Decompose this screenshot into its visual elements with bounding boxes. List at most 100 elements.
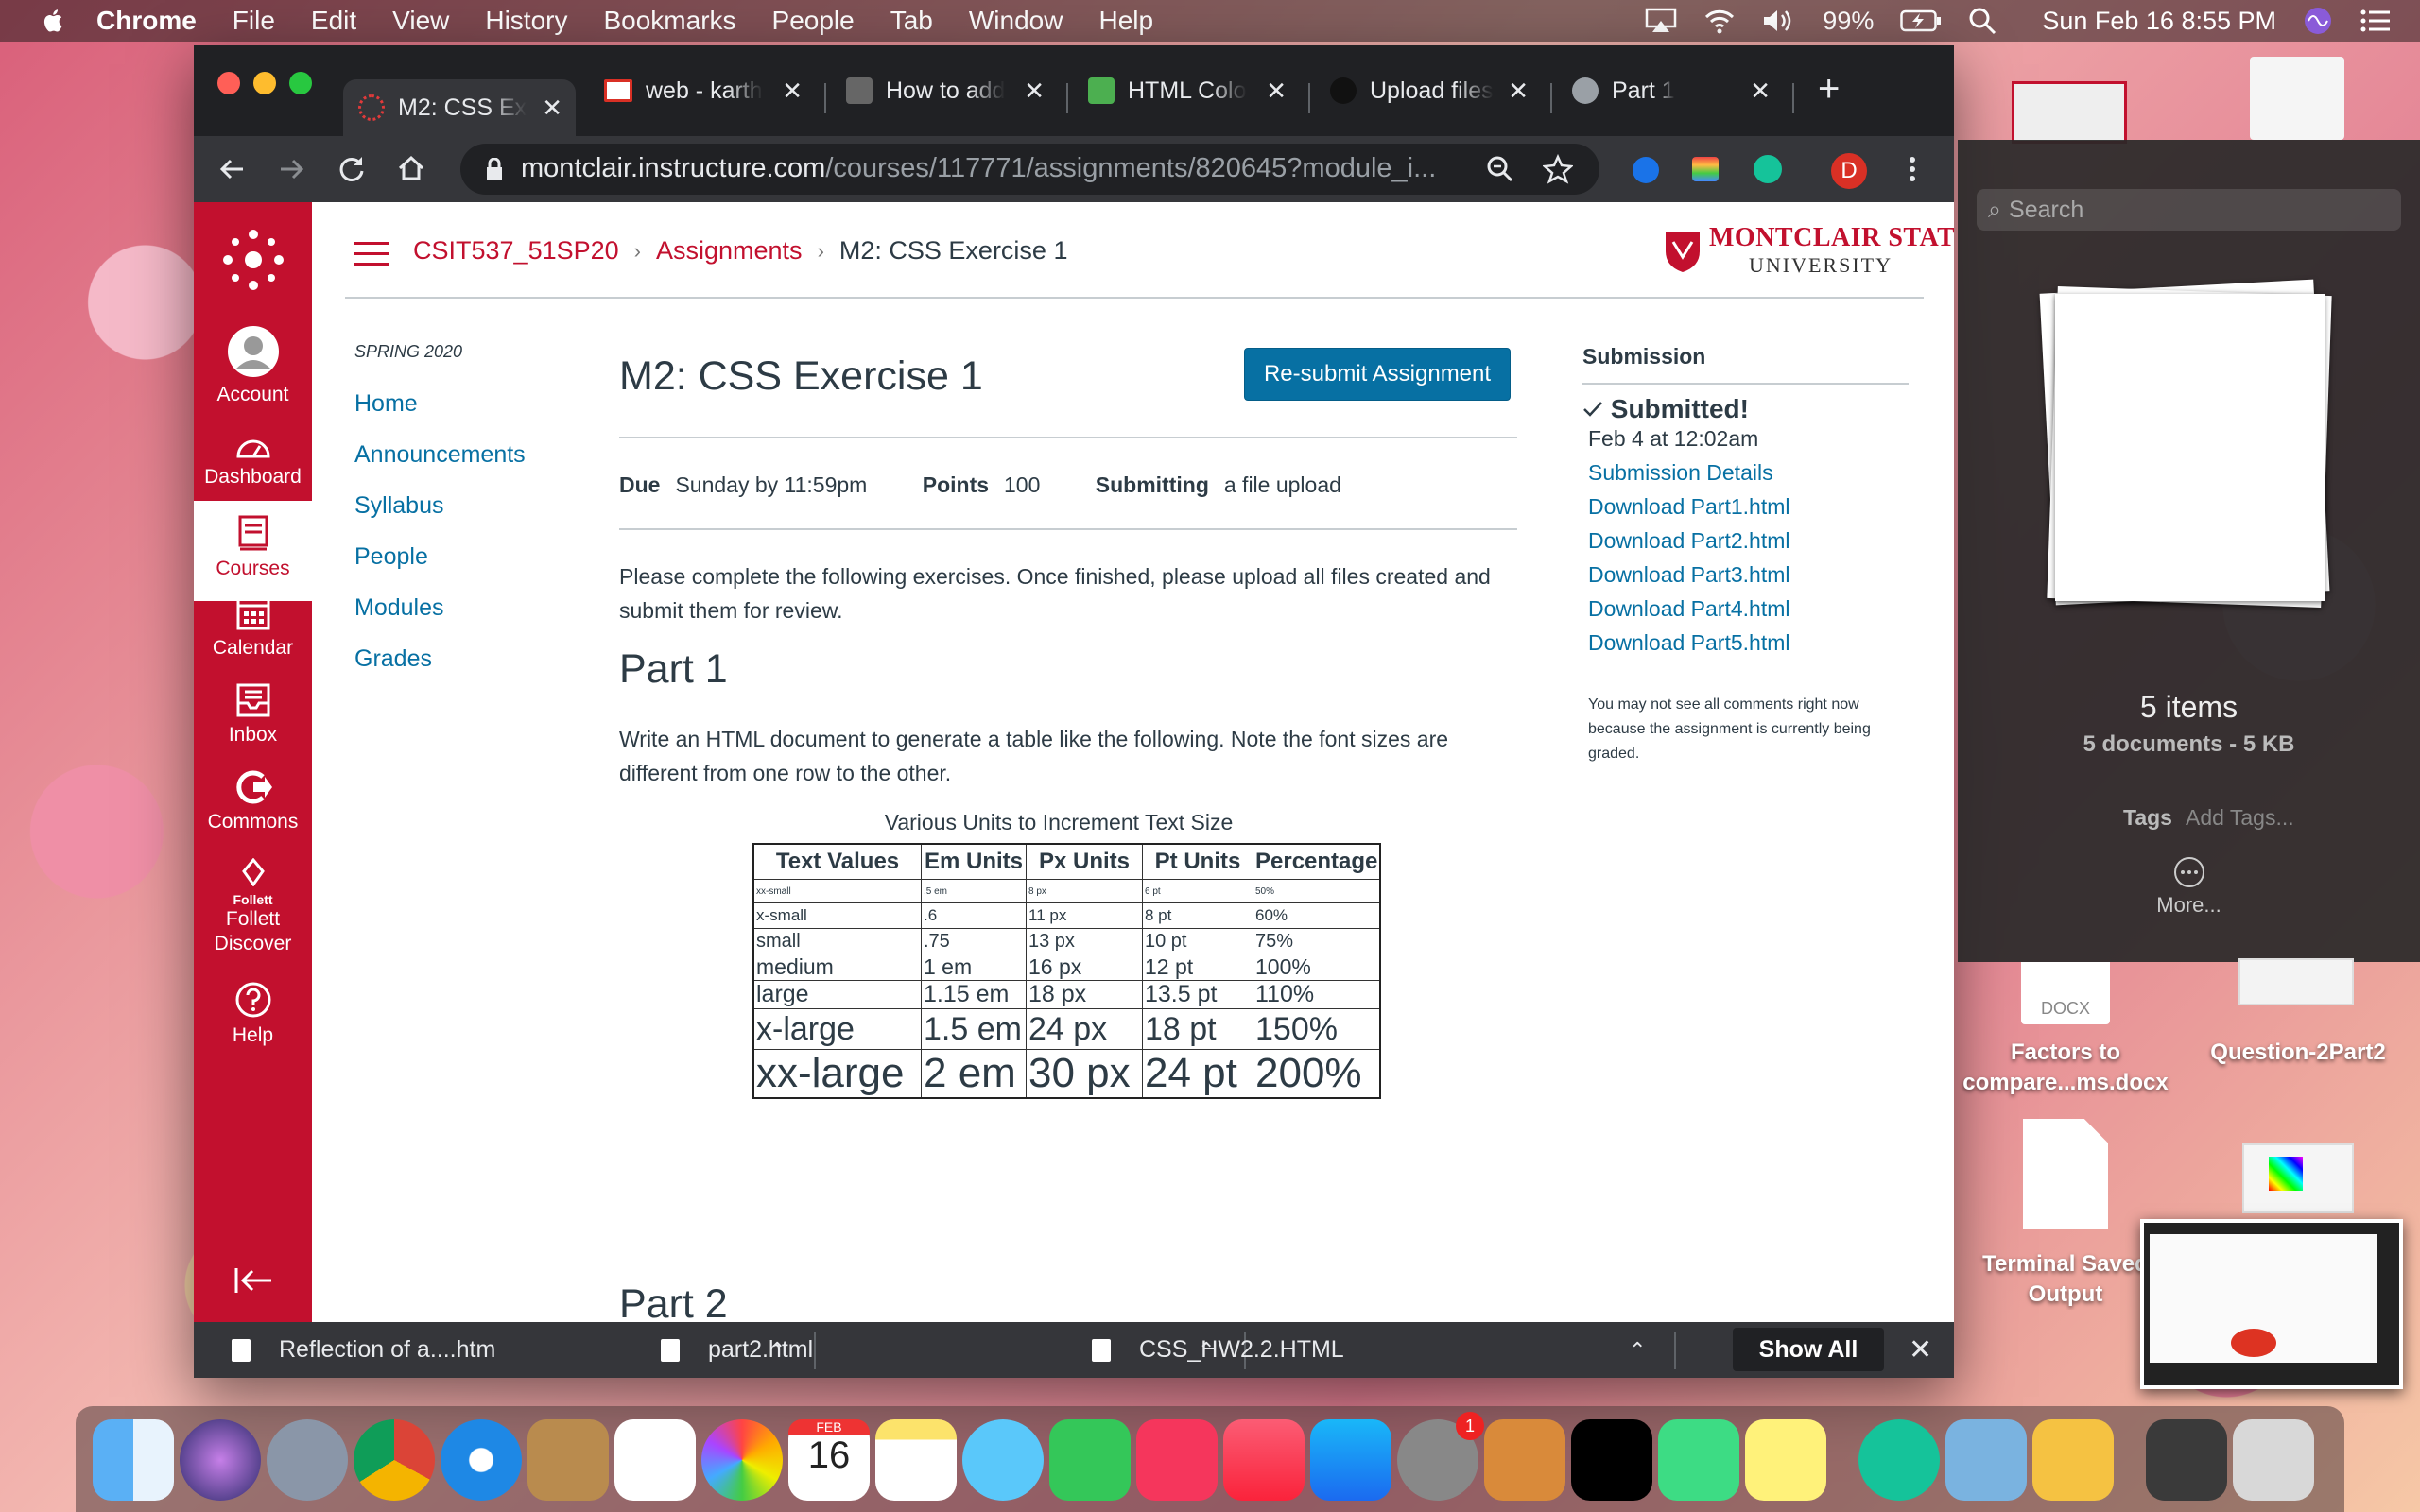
nav-inbox[interactable]: Inbox [194,682,312,747]
battery-charging-icon[interactable] [1900,9,1942,32]
lock-icon[interactable] [485,158,504,180]
close-tab-icon[interactable]: ✕ [542,94,562,123]
tab-part-1[interactable]: Part 1 ✕ [1557,64,1784,117]
news-dock-icon[interactable] [1136,1419,1218,1501]
spotlight-search-icon[interactable] [1968,7,1996,35]
collapse-nav-icon[interactable] [233,1266,273,1295]
siri-dock-icon[interactable] [180,1419,261,1501]
more-button[interactable]: More... [1958,856,2420,918]
grammarly-extension-icon[interactable] [1754,155,1782,183]
menu-history[interactable]: History [485,6,567,36]
menu-bookmarks[interactable]: Bookmarks [603,6,735,36]
course-menu-toggle-icon[interactable] [354,242,389,266]
course-nav-syllabus[interactable]: Syllabus [354,492,526,543]
desktop-file-factors[interactable]: Factors to compare...ms.docx [1955,1038,2176,1098]
reminders-dock-icon[interactable] [614,1419,696,1501]
preview-dock-icon[interactable] [1945,1419,2027,1501]
download-item[interactable]: CSS_HW2.2.HTML ⌃ [1092,1322,1659,1378]
download-link[interactable]: Download Part2.html [1588,528,1914,562]
cyberduck-dock-icon[interactable] [2032,1419,2114,1501]
tab-upload-files[interactable]: Upload files ✕ [1315,64,1542,117]
new-tab-button[interactable]: + [1818,68,1840,111]
facetime-dock-icon[interactable] [1049,1419,1131,1501]
bookmark-star-icon[interactable] [1543,154,1573,184]
close-tab-icon[interactable]: ✕ [1266,77,1287,106]
app-store-dock-icon[interactable] [1310,1419,1392,1501]
siri-icon[interactable] [2303,6,2333,36]
music-dock-icon[interactable] [1223,1419,1305,1501]
calendar-dock-icon[interactable]: FEB 16 [788,1419,870,1501]
course-nav-modules[interactable]: Modules [354,594,526,645]
desktop-thumbnail[interactable] [2250,57,2344,140]
download-link[interactable]: Download Part5.html [1588,630,1914,664]
tab-how-to-add[interactable]: How to add ✕ [831,64,1058,117]
airplay-icon[interactable] [1645,8,1677,34]
menubar-clock[interactable]: Sun Feb 16 8:55 PM [2042,7,2276,36]
extension-search-icon[interactable] [1633,157,1659,183]
intellij-dock-icon[interactable] [1571,1419,1652,1501]
desktop-file-terminal[interactable]: Terminal Saved Output [1976,1249,2155,1310]
wifi-icon[interactable] [1703,8,1736,34]
profile-avatar[interactable]: D [1831,153,1867,189]
text-file-icon[interactable] [2023,1119,2108,1228]
stickies-dock-icon[interactable] [1745,1419,1826,1501]
desktop-color-image-icon[interactable] [2242,1143,2354,1213]
menu-tab[interactable]: Tab [890,6,933,36]
reload-icon[interactable] [337,155,366,183]
minimize-window-button[interactable] [253,72,276,94]
course-nav-grades[interactable]: Grades [354,645,526,696]
calculator-dock-icon[interactable] [1484,1419,1565,1501]
address-bar[interactable]: montclair.instructure.com/courses/117771… [460,144,1599,195]
desktop-thumbnail[interactable] [2012,81,2127,144]
canvas-logo-icon[interactable] [222,229,285,291]
menu-window[interactable]: Window [969,6,1063,36]
breadcrumb-course[interactable]: CSIT537_51SP20 [413,236,619,266]
tab-html-colors[interactable]: HTML Colo ✕ [1073,64,1300,117]
home-icon[interactable] [397,154,425,182]
launchpad-dock-icon[interactable] [267,1419,348,1501]
download-link[interactable]: Download Part3.html [1588,562,1914,596]
close-tab-icon[interactable]: ✕ [1508,77,1529,106]
close-tab-icon[interactable]: ✕ [782,77,803,106]
close-tab-icon[interactable]: ✕ [1024,77,1045,106]
nav-account[interactable]: Account [194,325,312,406]
menu-help[interactable]: Help [1098,6,1153,36]
chrome-dock-icon[interactable] [354,1419,435,1501]
extension-rainbow-icon[interactable] [1692,157,1719,181]
grammarly-dock-icon[interactable] [1858,1419,1940,1501]
photos-dock-icon[interactable] [701,1419,783,1501]
trash-dock-icon[interactable] [2233,1419,2314,1501]
forward-arrow-icon[interactable] [277,155,305,183]
course-nav-announcements[interactable]: Announcements [354,441,526,492]
nav-follett-discover[interactable]: Follett Follett Discover [194,858,312,956]
nav-dashboard[interactable]: Dashboard [194,432,312,489]
volume-icon[interactable] [1762,8,1796,34]
contacts-dock-icon[interactable] [527,1419,609,1501]
tab-m2-css-exercise[interactable]: M2: CSS Ex ✕ [343,79,576,136]
show-all-downloads-button[interactable]: Show All [1733,1328,1884,1371]
nav-courses[interactable]: Courses [194,501,312,601]
nav-commons[interactable]: Commons [194,769,312,833]
add-tags-field[interactable]: Add Tags... [2186,805,2294,830]
android-studio-dock-icon[interactable] [1658,1419,1739,1501]
chrome-menu-icon[interactable] [1910,157,1915,181]
download-link[interactable]: Download Part1.html [1588,494,1914,528]
nav-calendar[interactable]: Calendar [194,593,312,660]
back-arrow-icon[interactable] [218,155,247,183]
notification-center-icon[interactable] [2360,8,2392,34]
menu-view[interactable]: View [392,6,449,36]
course-nav-home[interactable]: Home [354,390,526,441]
submission-details-link[interactable]: Submission Details [1588,460,1914,494]
zoom-window-button[interactable] [289,72,312,94]
download-link[interactable]: Download Part4.html [1588,596,1914,630]
finder-search-field[interactable]: ⌕ Search [1977,189,2401,231]
desktop-image-icon[interactable] [2238,958,2354,1005]
menu-file[interactable]: File [233,6,275,36]
notes-dock-icon[interactable] [875,1419,957,1501]
messages-dock-icon[interactable] [962,1419,1044,1501]
chevron-up-icon[interactable]: ⌃ [1629,1338,1646,1363]
apple-menu-icon[interactable] [40,7,68,35]
menu-edit[interactable]: Edit [311,6,356,36]
nav-help[interactable]: Help [194,981,312,1047]
resubmit-assignment-button[interactable]: Re-submit Assignment [1244,348,1511,401]
